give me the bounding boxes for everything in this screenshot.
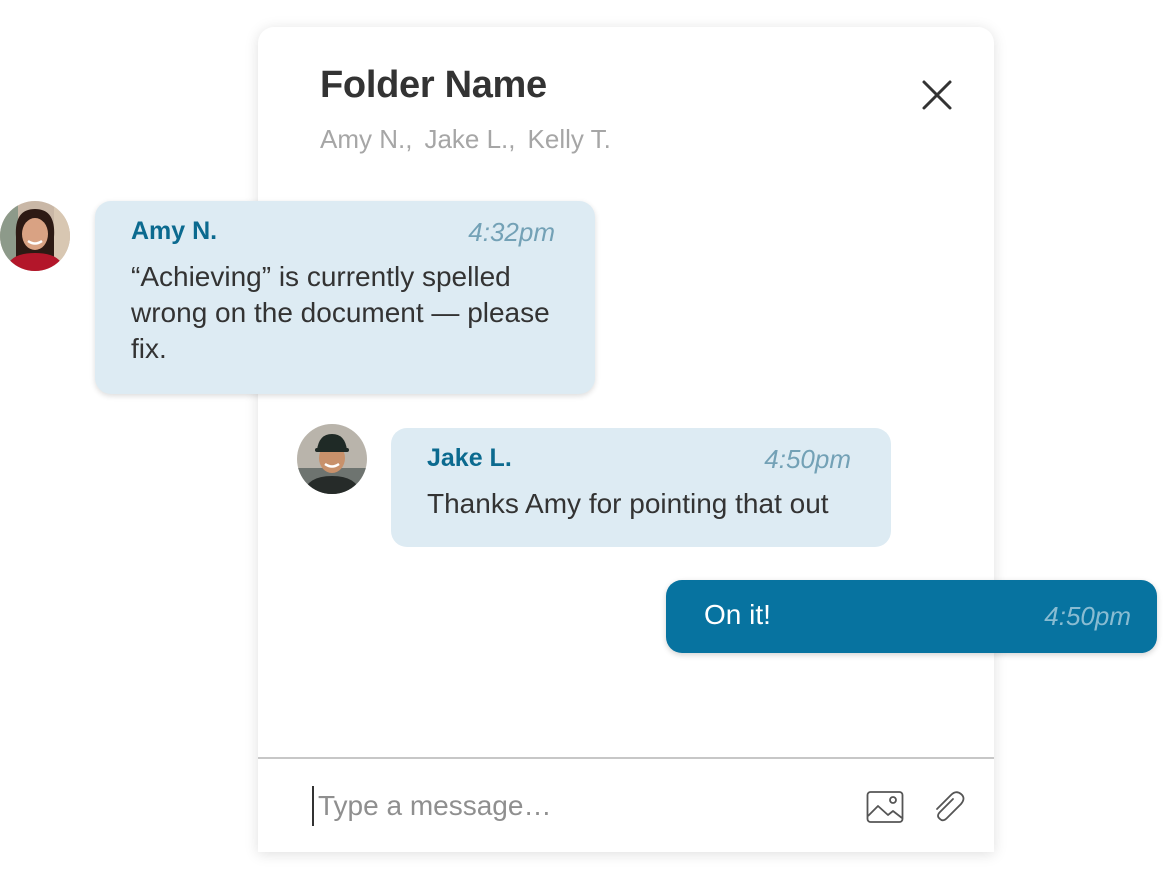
image-icon <box>866 791 904 823</box>
folder-title: Folder Name <box>320 64 547 106</box>
paperclip-icon <box>936 791 965 822</box>
avatar-amy <box>0 201 70 271</box>
sender-name: Jake L. <box>427 444 512 472</box>
participant-name: Amy N., <box>320 124 413 154</box>
sender-name: Amy N. <box>131 217 218 245</box>
composer-divider <box>258 757 994 759</box>
close-button[interactable] <box>916 74 958 116</box>
message-timestamp: 4:32pm <box>468 217 555 247</box>
attach-file-button[interactable] <box>929 788 967 831</box>
avatar-jake <box>297 424 367 494</box>
participant-list: Amy N., Jake L., Kelly T. <box>320 124 623 155</box>
message-bubble-incoming: Jake L. 4:50pm Thanks Amy for pointing t… <box>391 428 891 547</box>
message-bubble-incoming: Amy N. 4:32pm “Achieving” is currently s… <box>95 201 595 394</box>
message-text: Thanks Amy for pointing that out <box>427 488 829 519</box>
message-bubble-outgoing: On it! 4:50pm <box>666 580 1157 653</box>
message-timestamp: 4:50pm <box>764 444 851 474</box>
close-icon <box>922 80 952 110</box>
message-timestamp: 4:50pm <box>1044 601 1131 631</box>
message-input[interactable] <box>312 786 838 826</box>
message-text: On it! <box>704 599 771 630</box>
message-text: “Achieving” is currently spelled wrong o… <box>131 261 550 364</box>
participant-name: Jake L., <box>424 124 516 154</box>
participant-name: Kelly T. <box>527 124 611 154</box>
attach-image-button[interactable] <box>866 790 904 829</box>
